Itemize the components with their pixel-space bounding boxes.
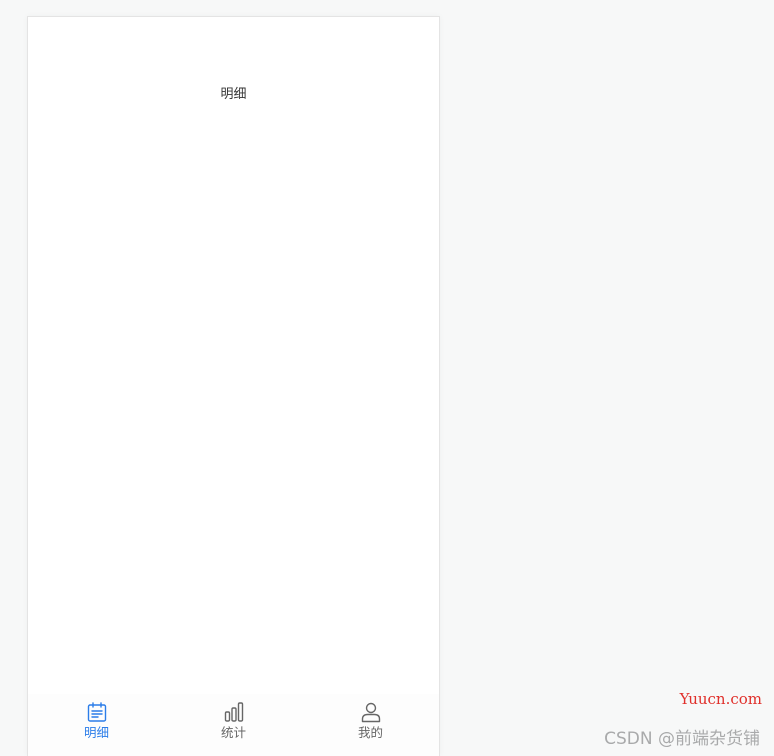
tab-stats[interactable]: 统计 xyxy=(179,694,289,741)
csdn-watermark: CSDN @前端杂货铺 xyxy=(604,729,760,749)
tab-bar: 明细 统计 我的 xyxy=(28,694,439,756)
tab-detail-label: 明细 xyxy=(83,725,109,740)
bar-chart-icon xyxy=(224,702,243,722)
calendar-list-icon xyxy=(87,702,106,722)
tab-mine[interactable]: 我的 xyxy=(316,694,426,741)
page-title: 明细 xyxy=(220,87,247,102)
user-icon xyxy=(361,702,380,723)
site-watermark: Yuucn.com xyxy=(679,690,762,708)
tab-mine-label: 我的 xyxy=(357,725,383,740)
phone-frame: 明细 明细 统计 我的 xyxy=(27,16,440,756)
tab-stats-label: 统计 xyxy=(220,725,246,740)
tab-detail[interactable]: 明细 xyxy=(42,694,152,741)
